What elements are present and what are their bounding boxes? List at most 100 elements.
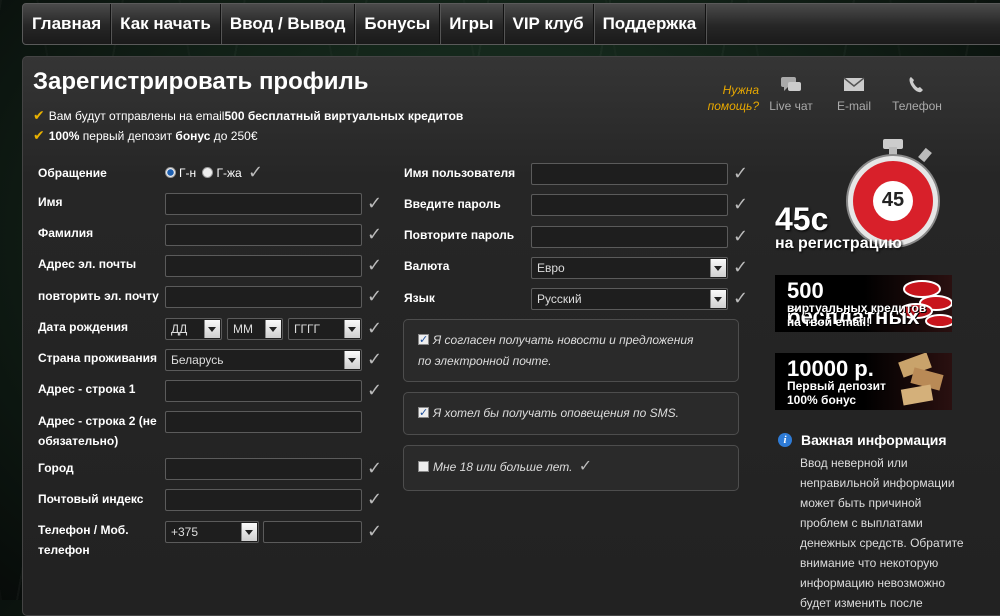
chevron-down-icon	[344, 320, 360, 338]
address2-label: Адрес - строка 2 (не обязательно)	[38, 411, 157, 451]
language-label: Язык	[404, 291, 435, 305]
info-line: проблем с выплатами	[800, 516, 923, 530]
postcode-input[interactable]	[165, 489, 362, 511]
sms-checkbox[interactable]	[418, 403, 429, 424]
password-repeat-label: Повторите пароль	[404, 228, 515, 242]
info-line: будет изменить после	[800, 596, 923, 610]
phone-link[interactable]: Телефон	[887, 75, 947, 113]
newsletter-checkbox[interactable]	[418, 330, 429, 351]
valid-check-icon: ✓	[733, 288, 749, 308]
live-chat-link[interactable]: Live чат	[761, 75, 821, 113]
newsletter-option[interactable]: Я согласен получать новости и предложени…	[403, 319, 739, 382]
radio-mrs-label: Г-жа	[216, 166, 242, 180]
banner-text: виртуальных кредитов на твой email!	[787, 301, 926, 329]
registration-timer-promo[interactable]: 45 45с на регистрацию	[775, 137, 952, 257]
password-repeat-input[interactable]	[531, 226, 728, 248]
benefit-email-credits: ✔ Вам будут отправлены на email 500 бесп…	[33, 107, 463, 124]
country-label: Страна проживания	[38, 351, 157, 365]
password-input[interactable]	[531, 194, 728, 216]
phone-number-input[interactable]	[263, 521, 362, 543]
valid-check-icon: ✓	[733, 257, 749, 277]
option-text: по электронной почте.	[418, 354, 552, 368]
language-select[interactable]: Русский	[531, 288, 728, 310]
email-repeat-input[interactable]	[165, 286, 362, 308]
radio-mr-label: Г-н	[179, 166, 197, 180]
sms-option[interactable]: Я хотел бы получать оповещения по SMS.	[403, 392, 739, 435]
nav-vip-club[interactable]: VIP клуб	[504, 4, 594, 44]
check-icon: ✔	[33, 127, 45, 143]
info-line: может быть причиной	[800, 496, 922, 510]
salutation-radio-group: Г-н Г-жа	[165, 163, 242, 183]
address1-label: Адрес - строка 1	[38, 382, 136, 396]
deposit-bonus-banner[interactable]: 10000 р. Первый депозит 100% бонус	[775, 353, 952, 410]
phone-code-select[interactable]: +375	[165, 521, 259, 543]
radio-mr[interactable]	[165, 167, 176, 178]
last-name-label: Фамилия	[38, 226, 94, 240]
contact-label: Live чат	[769, 99, 813, 113]
email-label: Адрес эл. почты	[38, 257, 137, 271]
chevron-down-icon	[265, 320, 281, 338]
postcode-label: Почтовый индекс	[38, 492, 144, 506]
label-line: обязательно)	[38, 434, 119, 448]
nav-bonuses[interactable]: Бонусы	[355, 4, 441, 44]
email-input[interactable]	[165, 255, 362, 277]
radio-mrs[interactable]	[202, 167, 214, 178]
dob-month-select[interactable]: ММ	[227, 318, 283, 340]
select-value: Беларусь	[171, 353, 224, 367]
chevron-down-icon	[710, 259, 726, 277]
info-line: неправильной информации	[800, 476, 955, 490]
free-credits-banner[interactable]: 500 бесплатных виртуальных кредитов на т…	[775, 275, 952, 332]
valid-check-icon: ✓	[367, 489, 383, 509]
registration-panel: Зарегистрировать профиль ✔ Вам будут отп…	[22, 56, 1000, 616]
chat-icon	[781, 77, 801, 91]
info-line: информацию невозможно	[800, 576, 946, 590]
select-value: ММ	[233, 322, 253, 336]
select-value: Русский	[537, 292, 582, 306]
nav-home[interactable]: Главная	[23, 4, 112, 44]
banner-line: виртуальных кредитов	[787, 301, 927, 315]
select-value: ГГГГ	[294, 322, 320, 336]
help-line: Нужна	[722, 83, 759, 97]
valid-check-icon: ✓	[367, 193, 383, 213]
info-line: денежных средств. Обратите	[800, 536, 964, 550]
label-line: Адрес - строка 2 (не	[38, 414, 157, 428]
currency-select[interactable]: Евро	[531, 257, 728, 279]
nav-support[interactable]: Поддержка	[594, 4, 707, 44]
age-option[interactable]: Мне 18 или больше лет. ✓	[403, 445, 739, 491]
benefit-text: до 250€	[210, 128, 258, 143]
valid-check-icon: ✓	[367, 224, 383, 244]
phone-icon	[909, 77, 923, 93]
username-input[interactable]	[531, 163, 728, 185]
select-value: ДД	[171, 322, 188, 336]
email-link[interactable]: E-mail	[824, 75, 884, 113]
valid-check-icon: ✓	[733, 163, 749, 183]
timer-number: 45	[881, 189, 905, 211]
dob-day-select[interactable]: ДД	[165, 318, 222, 340]
benefit-text: Вам будут отправлены на email	[48, 108, 225, 123]
nav-games[interactable]: Игры	[440, 4, 504, 44]
benefit-bold: бонус	[175, 128, 211, 143]
benefit-bold: 100%	[48, 128, 80, 143]
address2-input[interactable]	[165, 411, 362, 433]
first-name-label: Имя	[38, 195, 63, 209]
chevron-down-icon	[204, 320, 220, 338]
timer-subtitle: на регистрацию	[775, 235, 902, 252]
first-name-input[interactable]	[165, 193, 362, 215]
nav-how-to-start[interactable]: Как начать	[111, 4, 221, 44]
last-name-input[interactable]	[165, 224, 362, 246]
dob-year-select[interactable]: ГГГГ	[288, 318, 362, 340]
country-select[interactable]: Беларусь	[165, 349, 362, 371]
dob-label: Дата рождения	[38, 320, 129, 334]
nav-deposit-withdraw[interactable]: Ввод / Вывод	[221, 4, 356, 44]
chevron-down-icon	[710, 290, 726, 308]
valid-check-icon: ✓	[367, 286, 383, 306]
age-checkbox[interactable]	[418, 461, 429, 472]
valid-check-icon: ✓	[367, 318, 383, 338]
city-input[interactable]	[165, 458, 362, 480]
address1-input[interactable]	[165, 380, 362, 402]
timer-headline: 45с	[775, 201, 829, 237]
valid-check-icon: ✓	[367, 380, 383, 400]
username-label: Имя пользователя	[404, 166, 516, 180]
check-icon: ✔	[33, 107, 45, 123]
need-help-text: Нужна помощь?	[695, 82, 759, 114]
